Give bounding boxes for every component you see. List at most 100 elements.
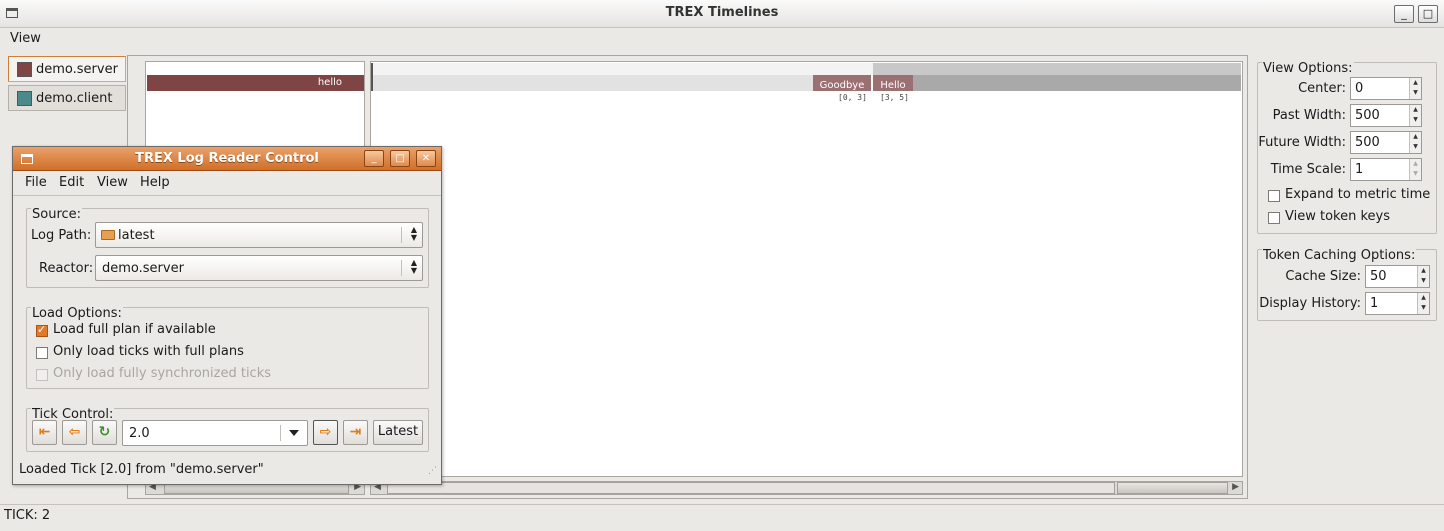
future-width-spinbox[interactable]: 500 ▲ ▼ xyxy=(1350,131,1422,154)
token-hello[interactable]: Hello xyxy=(873,75,913,91)
past-width-spinbox[interactable]: 500 ▲ ▼ xyxy=(1350,104,1422,127)
center-value[interactable]: 0 xyxy=(1355,81,1363,96)
dialog-close-button[interactable]: ✕ xyxy=(416,150,436,167)
reactor-label: Reactor: xyxy=(39,261,94,276)
dialog-menu-edit[interactable]: Edit xyxy=(59,175,84,190)
lane-token-label: hello xyxy=(317,77,342,88)
combo-separator xyxy=(401,227,402,243)
display-history-value[interactable]: 1 xyxy=(1370,296,1378,311)
sync-ticks-label: Only load fully synchronized ticks xyxy=(53,366,272,381)
scroll-right-icon[interactable]: ▶ xyxy=(1232,482,1239,492)
display-history-spinbox[interactable]: 1 ▲ ▼ xyxy=(1365,292,1430,315)
token-label: Goodbye xyxy=(819,80,865,91)
future-width-label: Future Width: xyxy=(1258,135,1346,150)
dialog-statusbar: Loaded Tick [2.0] from "demo.server" ⋰ xyxy=(13,460,441,484)
load-full-plan-label: Load full plan if available xyxy=(53,322,216,337)
token-label: Hello xyxy=(880,80,906,91)
folder-icon xyxy=(101,230,115,240)
future-region xyxy=(873,63,1241,75)
view-token-keys-checkbox[interactable] xyxy=(1268,212,1280,224)
reactor-color-swatch xyxy=(17,62,32,77)
reactor-tab-demo-server[interactable]: demo.server xyxy=(8,56,126,82)
menu-view[interactable]: View xyxy=(10,31,41,46)
reactor-tab-demo-client[interactable]: demo.client xyxy=(8,85,126,111)
log-path-combo[interactable]: latest ▲ ▼ xyxy=(95,222,423,248)
spin-arrows-icon[interactable]: ▲ ▼ xyxy=(1417,266,1429,287)
cache-size-label: Cache Size: xyxy=(1285,269,1361,284)
time-scale-value[interactable]: 1 xyxy=(1355,162,1363,177)
dialog-menu-view[interactable]: View xyxy=(97,175,128,190)
reactor-name: demo.server xyxy=(36,62,118,77)
dialog-menu-file[interactable]: File xyxy=(25,175,47,190)
spin-arrows-icon[interactable]: ▲ ▼ xyxy=(1417,293,1429,314)
dialog-minimize-button[interactable]: _ xyxy=(364,150,384,167)
scroll-thumb[interactable] xyxy=(1117,482,1228,494)
source-title: Source: xyxy=(31,207,83,222)
chevron-down-icon[interactable] xyxy=(289,430,299,436)
updown-arrow-icon: ▲ ▼ xyxy=(410,258,417,275)
spin-arrows-icon[interactable]: ▲ ▼ xyxy=(1409,132,1421,153)
cache-size-value[interactable]: 50 xyxy=(1370,269,1387,284)
time-scale-spinbox[interactable]: 1 ▲ ▼ xyxy=(1350,158,1422,181)
cache-size-spinbox[interactable]: 50 ▲ ▼ xyxy=(1365,265,1430,288)
token-range: [3, 5] xyxy=(880,93,909,102)
tick-entry-combo[interactable]: 2.0 xyxy=(122,420,308,446)
combo-separator xyxy=(401,260,402,276)
previous-tick-button[interactable]: ⇦ xyxy=(62,420,87,445)
reactor-color-swatch xyxy=(17,91,32,106)
status-divider xyxy=(0,504,1444,505)
past-region xyxy=(373,63,873,75)
past-width-label: Past Width: xyxy=(1272,108,1346,123)
reactor-name: demo.client xyxy=(36,91,113,106)
first-tick-button[interactable]: ⇤ xyxy=(32,420,57,445)
log-path-value: latest xyxy=(118,228,155,243)
time-scale-label: Time Scale: xyxy=(1270,162,1346,177)
center-spinbox[interactable]: 0 ▲ ▼ xyxy=(1350,77,1422,100)
dialog-titlebar[interactable]: TREX Log Reader Control _ □ ✕ xyxy=(13,147,441,171)
last-tick-button[interactable]: ⇥ xyxy=(343,420,368,445)
latest-button[interactable]: Latest xyxy=(373,420,423,445)
log-path-label: Log Path: xyxy=(31,228,92,243)
past-width-value[interactable]: 500 xyxy=(1355,108,1380,123)
main-titlebar: TREX Timelines _ □ xyxy=(0,0,1444,28)
spin-arrows-icon[interactable]: ▲ ▼ xyxy=(1409,78,1421,99)
dialog-menu-help[interactable]: Help xyxy=(140,175,170,190)
timeline-canvas: Goodbye Hello [0, 3] [3, 5] xyxy=(370,61,1243,477)
tick-value[interactable]: 2.0 xyxy=(129,426,150,441)
ticks-full-plans-checkbox[interactable] xyxy=(36,347,48,359)
log-reader-dialog: TREX Log Reader Control _ □ ✕ File Edit … xyxy=(12,146,442,485)
expand-metric-checkbox[interactable] xyxy=(1268,190,1280,202)
reload-tick-button[interactable]: ↻ xyxy=(92,420,117,445)
dialog-menu-divider xyxy=(13,195,441,196)
lane-hello[interactable]: hello xyxy=(147,75,364,91)
reactor-combo[interactable]: demo.server ▲ ▼ xyxy=(95,255,423,281)
view-token-keys-label: View token keys xyxy=(1285,209,1390,224)
dialog-status-text: Loaded Tick [2.0] from "demo.server" xyxy=(19,462,264,477)
spin-arrows-icon[interactable]: ▲ ▼ xyxy=(1409,105,1421,126)
window-title: TREX Timelines xyxy=(665,5,779,20)
menubar: View xyxy=(0,28,1444,50)
load-full-plan-checkbox[interactable] xyxy=(36,323,48,337)
center-label: Center: xyxy=(1298,81,1346,96)
token-goodbye[interactable]: Goodbye xyxy=(813,75,871,91)
scroll-track xyxy=(387,482,1115,494)
view-options-title: View Options: xyxy=(1262,61,1354,76)
load-options-title: Load Options: xyxy=(31,306,123,321)
future-width-value[interactable]: 500 xyxy=(1355,135,1380,150)
dialog-maximize-button[interactable]: □ xyxy=(390,150,410,167)
token-range: [0, 3] xyxy=(838,93,867,102)
ticks-full-plans-label: Only load ticks with full plans xyxy=(53,344,244,359)
next-tick-button[interactable]: ⇨ xyxy=(313,420,338,445)
expand-metric-label: Expand to metric time xyxy=(1285,187,1431,202)
lane-future-bar xyxy=(913,75,1241,91)
display-history-label: Display History: xyxy=(1259,296,1361,311)
sync-ticks-checkbox xyxy=(36,369,48,381)
maximize-button[interactable]: □ xyxy=(1418,5,1438,23)
combo-separator xyxy=(280,425,281,441)
time-cursor[interactable] xyxy=(371,63,373,91)
timeline-hscrollbar[interactable]: ◀ ▶ xyxy=(370,481,1243,495)
spin-arrows-icon[interactable]: ▲ ▼ xyxy=(1409,159,1421,180)
lane-past-bar xyxy=(373,75,813,91)
resize-grip-icon[interactable]: ⋰ xyxy=(428,466,437,476)
minimize-button[interactable]: _ xyxy=(1394,5,1414,23)
